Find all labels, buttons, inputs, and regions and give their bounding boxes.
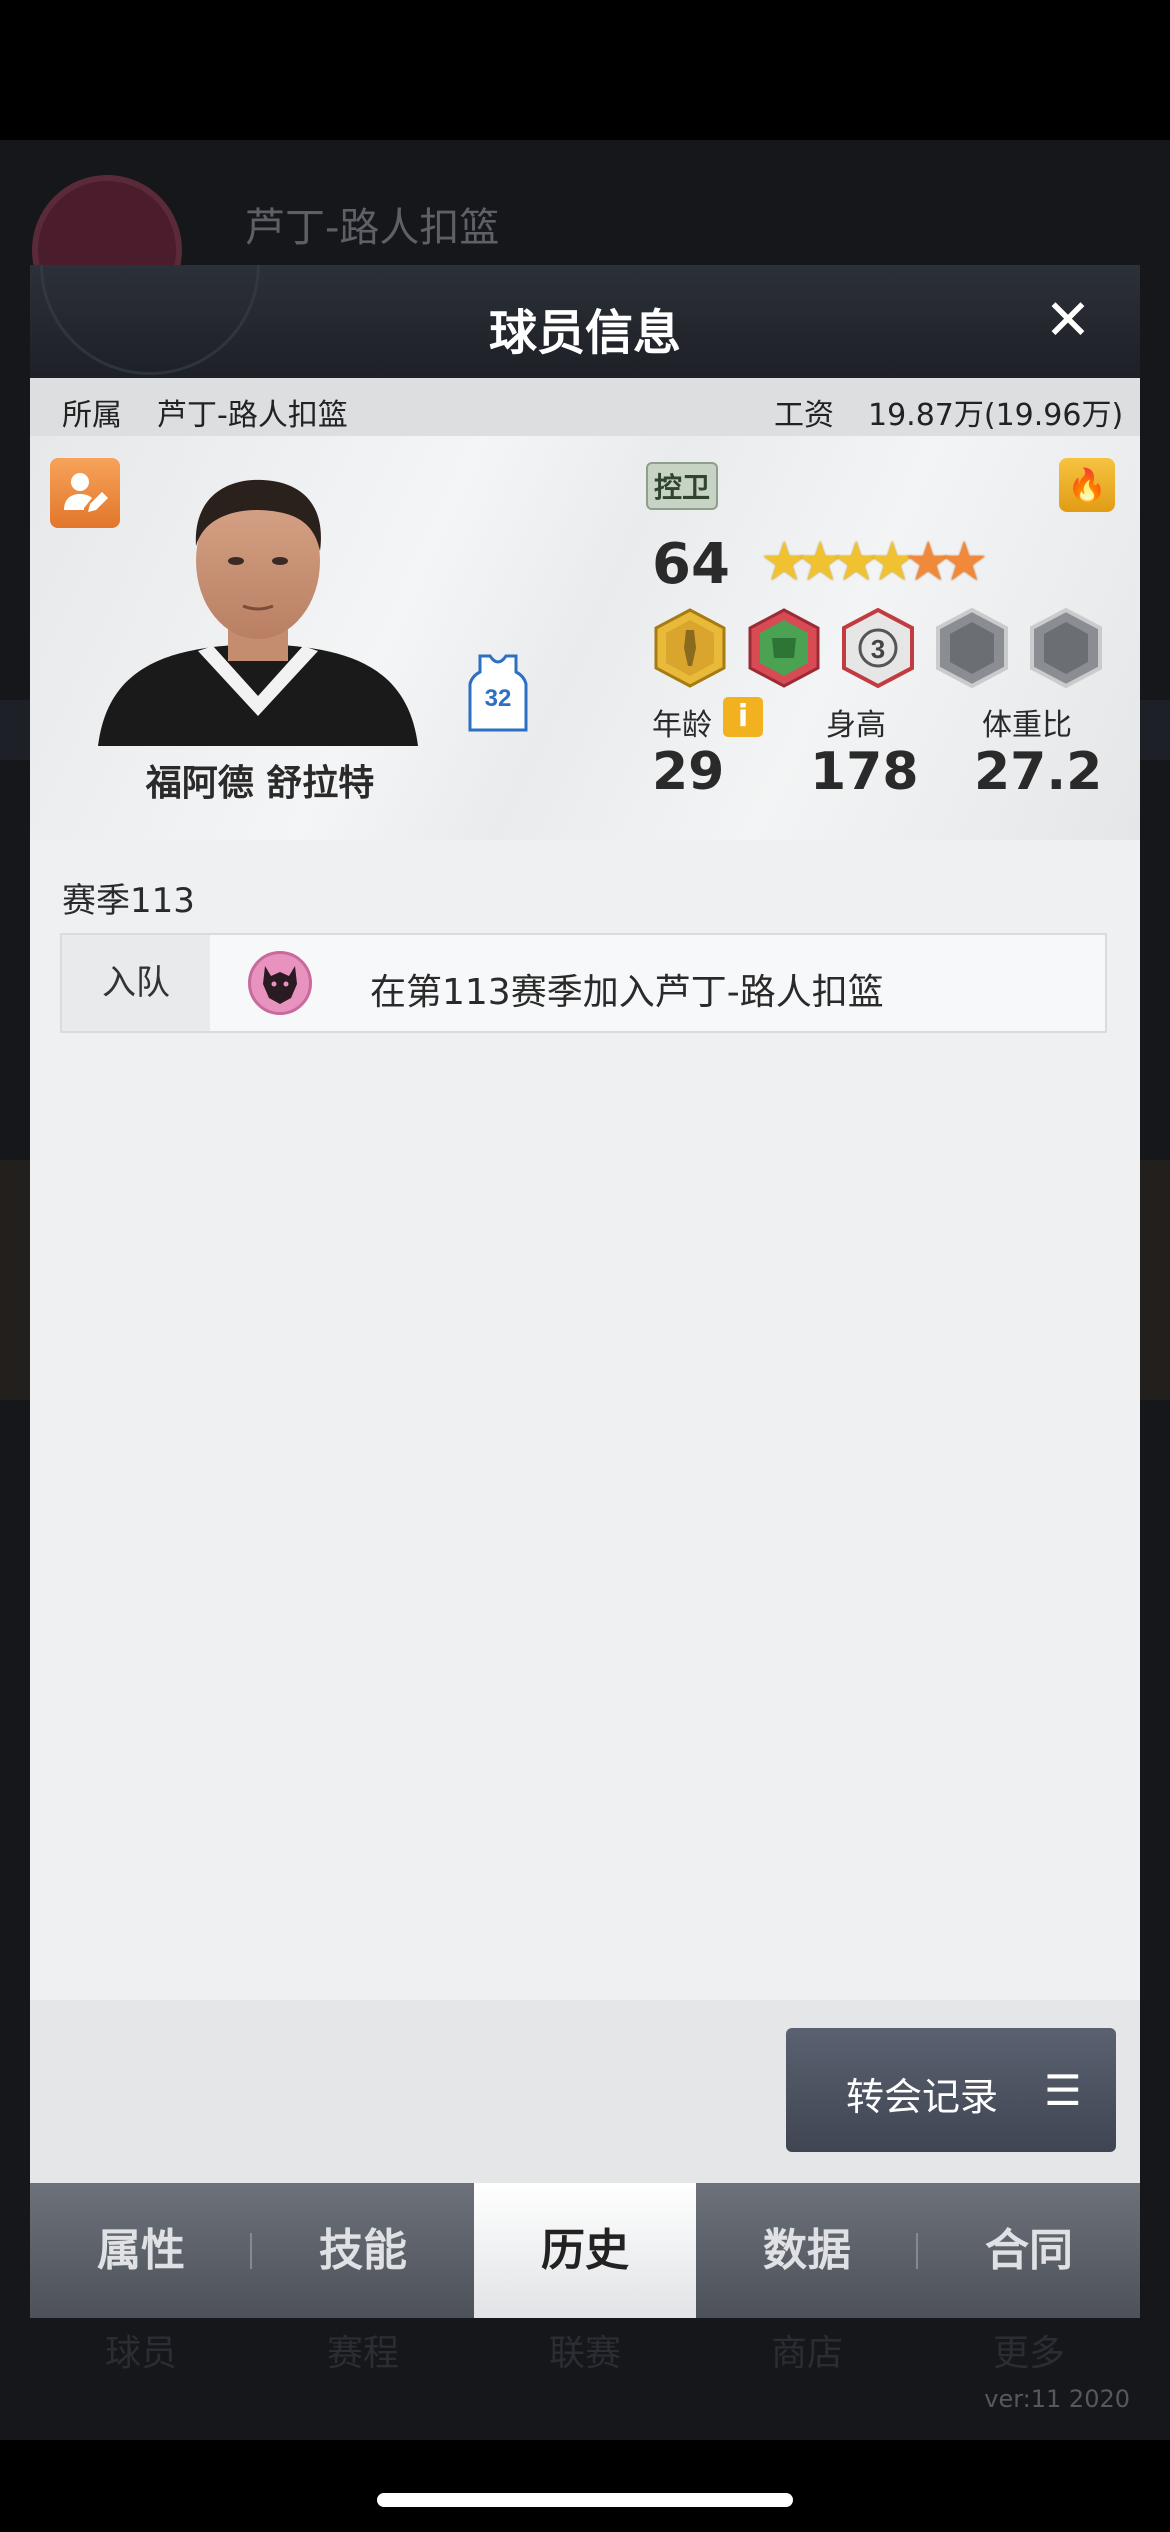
season-title: 赛季113 <box>62 881 195 921</box>
history-text: 在第113赛季加入芦丁-路人扣篮 <box>370 972 884 1013</box>
salary-value: 19.87万(19.96万) <box>868 398 1124 433</box>
height-label: 身高 <box>826 708 886 743</box>
transfer-record-label: 转会记录 <box>846 2075 999 2119</box>
star-rating: ★ ★ ★ ★ ★ ★ <box>760 530 989 593</box>
tab-label: 技能 <box>319 2225 407 2276</box>
age-label: 年龄 <box>652 708 712 743</box>
team-salary-bar: 所属 芦丁-路人扣篮 工资 19.87万(19.96万) <box>30 378 1140 436</box>
age-value: 29 <box>652 742 725 802</box>
orange-star-icon: ★ <box>904 530 953 593</box>
history-row: 入队 在第113赛季加入芦丁-路人扣篮 <box>60 933 1107 1033</box>
tab-label: 属性 <box>97 2225 185 2276</box>
locked-badge-icon[interactable] <box>932 608 1012 688</box>
background-tab: 商店 <box>770 2333 843 2374</box>
gold-hexagon-badge-icon[interactable] <box>650 608 730 688</box>
tab-label: 历史 <box>541 2225 629 2276</box>
gold-star-icon: ★ <box>796 530 845 593</box>
green-hexagon-badge-icon[interactable] <box>744 608 824 688</box>
team-name: 芦丁-路人扣篮 <box>157 398 348 433</box>
tab-label: 数据 <box>763 2225 851 2276</box>
info-icon[interactable]: i <box>723 697 763 737</box>
team-label: 所属 <box>62 398 122 433</box>
transfer-record-button[interactable]: 转会记录 ☰ <box>786 2028 1116 2152</box>
history-type-label: 入队 <box>62 935 210 1031</box>
background-tab: 球员 <box>104 2333 177 2374</box>
tab-data[interactable]: 数据 <box>696 2183 918 2318</box>
height-value: 178 <box>810 742 919 802</box>
modal-header: 球员信息 ✕ <box>30 265 1140 378</box>
home-indicator[interactable] <box>377 2493 793 2507</box>
tab-label: 合同 <box>985 2225 1073 2276</box>
tab-contract[interactable]: 合同 <box>918 2183 1140 2318</box>
locked-badge-icon[interactable] <box>1026 608 1106 688</box>
player-card: 福阿德 舒拉特 32 控卫 🔥 64 ★ ★ ★ ★ ★ ★ 3 年龄 i 身高… <box>30 436 1140 840</box>
fire-icon[interactable]: 🔥 <box>1059 458 1115 512</box>
close-button[interactable]: ✕ <box>1038 291 1098 351</box>
player-name: 福阿德 舒拉特 <box>145 763 375 804</box>
gold-star-icon: ★ <box>760 530 809 593</box>
player-tabs: 属性 技能 历史 数据 合同 <box>30 2183 1140 2318</box>
jersey-number: 32 <box>485 685 512 712</box>
three-point-badge-icon[interactable]: 3 <box>838 608 918 688</box>
version-label: ver:11 2020 <box>984 2385 1130 2413</box>
player-info-modal: 球员信息 ✕ 所属 芦丁-路人扣篮 工资 19.87万(19.96万) 福阿德 … <box>30 265 1140 2318</box>
background-bottom-tabs: 球员 赛程 联赛 商店 更多 <box>30 2315 1140 2385</box>
tab-attributes[interactable]: 属性 <box>30 2183 252 2318</box>
wolf-head-icon <box>263 966 297 1004</box>
tab-history[interactable]: 历史 <box>474 2183 696 2318</box>
jersey-icon: 32 <box>468 654 528 732</box>
gold-star-icon: ★ <box>832 530 881 593</box>
background-tab: 更多 <box>992 2333 1065 2374</box>
overall-rating: 64 <box>652 532 730 597</box>
svg-text:3: 3 <box>871 634 885 664</box>
position-badge: 控卫 <box>646 462 719 510</box>
background-tab: 联赛 <box>548 2333 621 2374</box>
gold-star-icon: ★ <box>868 530 917 593</box>
tab-skills[interactable]: 技能 <box>252 2183 474 2318</box>
modal-title: 球员信息 <box>488 305 681 361</box>
background-tab: 赛程 <box>326 2333 399 2374</box>
wolf-team-logo-icon <box>248 951 312 1015</box>
orange-star-icon: ★ <box>940 530 989 593</box>
background-team-name: 芦丁-路人扣篮 <box>245 205 500 251</box>
menu-icon: ☰ <box>1044 2066 1082 2115</box>
salary-label: 工资 <box>774 398 834 433</box>
bmi-value: 27.2 <box>974 742 1103 802</box>
skill-badges: 3 <box>650 608 1106 688</box>
bmi-label: 体重比 <box>982 708 1072 743</box>
player-portrait <box>98 479 418 746</box>
screen: 芦丁-路人扣篮 球员 赛程 联赛 商店 更多 ver:11 2020 球员信息 … <box>0 0 1170 2532</box>
